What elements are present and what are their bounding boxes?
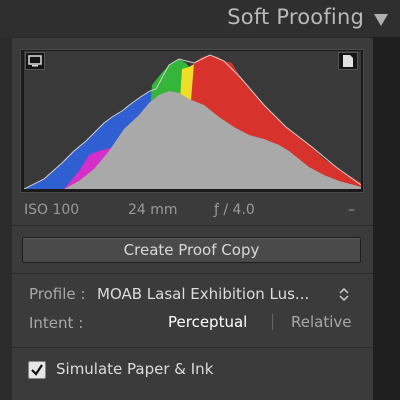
checkmark-icon bbox=[31, 364, 43, 376]
right-scroll-track[interactable] bbox=[370, 37, 400, 400]
shadow-clipping-icon[interactable] bbox=[25, 52, 45, 70]
profile-stepper-icon[interactable] bbox=[338, 286, 350, 302]
create-proof-copy-button[interactable]: Create Proof Copy bbox=[22, 237, 361, 263]
intent-option-relative[interactable]: Relative bbox=[291, 313, 352, 331]
focal-length-readout: 24 mm bbox=[128, 202, 178, 218]
panel-header[interactable]: Soft Proofing bbox=[0, 0, 400, 37]
intent-separator bbox=[272, 314, 273, 330]
collapse-triangle-icon[interactable] bbox=[374, 14, 388, 26]
panel-title: Soft Proofing bbox=[227, 5, 364, 29]
aperture-readout: ƒ / 4.0 bbox=[214, 202, 255, 218]
histogram[interactable] bbox=[24, 51, 361, 189]
divider bbox=[12, 225, 373, 226]
highlight-clipping-icon[interactable] bbox=[338, 52, 358, 70]
profile-label: Profile : bbox=[29, 285, 86, 303]
profile-select[interactable]: MOAB Lasal Exhibition Lus... bbox=[97, 285, 309, 303]
simulate-paper-ink-checkbox[interactable] bbox=[28, 361, 46, 379]
exposure-readout: – bbox=[348, 202, 355, 218]
divider bbox=[12, 273, 373, 274]
intent-label: Intent : bbox=[29, 314, 84, 332]
iso-readout: ISO 100 bbox=[24, 202, 80, 218]
divider bbox=[12, 347, 373, 348]
intent-option-perceptual[interactable]: Perceptual bbox=[168, 313, 247, 331]
simulate-paper-ink-label[interactable]: Simulate Paper & Ink bbox=[56, 360, 213, 378]
